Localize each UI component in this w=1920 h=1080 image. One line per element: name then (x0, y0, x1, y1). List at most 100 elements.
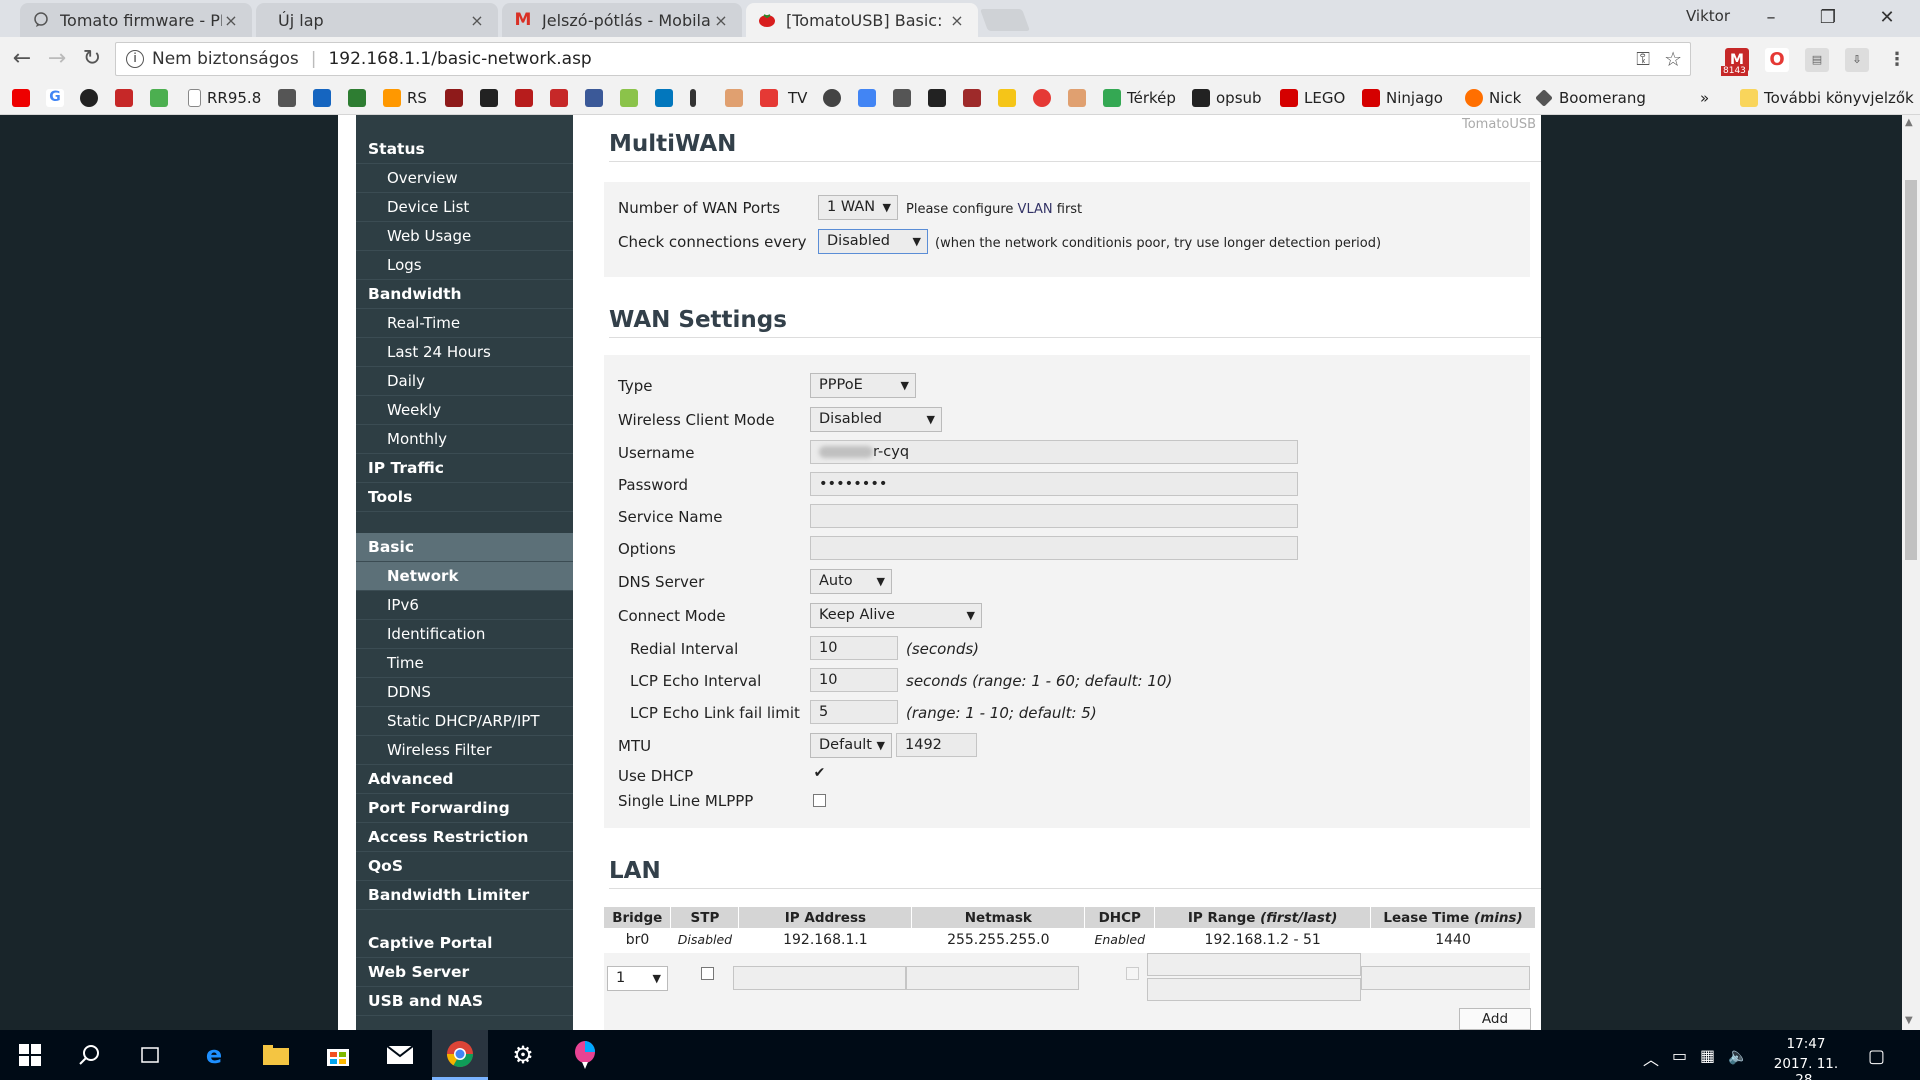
star-icon[interactable]: ☆ (1664, 47, 1682, 71)
scroll-down-icon[interactable]: ▼ (1905, 1015, 1913, 1026)
nav-last-24-hours[interactable]: Last 24 Hours (356, 338, 573, 367)
bookmark-nick[interactable]: Nick (1465, 88, 1521, 108)
tomato-bookmark-icon[interactable] (1033, 89, 1051, 107)
reload-icon[interactable]: ↻ (78, 45, 106, 73)
tab-tomatousb-basic[interactable]: [TomatoUSB] Basic: Netw × (746, 3, 978, 37)
volume-icon[interactable]: 🔈 (1728, 1046, 1748, 1065)
nav-identification[interactable]: Identification (356, 620, 573, 649)
translate-icon[interactable] (858, 89, 876, 107)
menu-icon[interactable]: ⋮ (1885, 48, 1909, 72)
tab-close-icon[interactable]: × (948, 11, 966, 30)
nav-daily[interactable]: Daily (356, 367, 573, 396)
nav-status[interactable]: Status (356, 135, 573, 164)
redial-interval-input[interactable]: 10 (810, 636, 898, 660)
nav-usb-nas[interactable]: USB and NAS (356, 987, 573, 1016)
mtu-input[interactable]: 1492 (896, 733, 977, 757)
battery-icon[interactable]: ▭ (1672, 1046, 1687, 1065)
nav-real-time[interactable]: Real-Time (356, 309, 573, 338)
chrome-taskbar-icon[interactable] (432, 1030, 488, 1080)
mail-icon[interactable] (372, 1030, 428, 1080)
other-bookmarks[interactable]: További könyvjelzők (1740, 88, 1914, 108)
mojo-icon[interactable] (963, 89, 981, 107)
single-line-mlppp-checkbox[interactable] (813, 794, 826, 807)
film-icon[interactable] (480, 89, 498, 107)
download-icon[interactable]: ⇩ (1845, 48, 1869, 72)
nav-port-forwarding[interactable]: Port Forwarding (356, 794, 573, 823)
wireless-client-mode-select[interactable]: Disabled ▼ (810, 407, 942, 432)
nav-ipv6[interactable]: IPv6 (356, 591, 573, 620)
ns-icon[interactable] (115, 89, 133, 107)
bookmark-rr958[interactable]: RR95.8 (188, 88, 261, 108)
forward-icon[interactable]: → (43, 45, 71, 73)
restore-icon[interactable]: ❐ (1805, 4, 1851, 32)
address-bar[interactable]: i Nem biztonságos | 192.168.1.1/basic-ne… (115, 42, 1691, 76)
nav-web-usage[interactable]: Web Usage (356, 222, 573, 251)
tab-jelszo-potlas[interactable]: M Jelszó-pótlás - Mobilaren × (502, 3, 742, 37)
bookmark-ninjago[interactable]: Ninjago (1362, 88, 1443, 108)
s-icon[interactable] (893, 89, 911, 107)
balloon-app-icon[interactable] (557, 1030, 613, 1080)
box2-icon[interactable] (1068, 89, 1086, 107)
new-bridge-select[interactable]: 1 ▼ (607, 966, 668, 991)
leaf-icon[interactable] (150, 89, 168, 107)
use-dhcp-checkbox[interactable]: ✔ (813, 766, 826, 781)
username-input[interactable]: r-cyq (810, 440, 1298, 464)
circle-icon[interactable] (80, 89, 98, 107)
nav-bandwidth[interactable]: Bandwidth (356, 280, 573, 309)
dns-server-select[interactable]: Auto ▼ (810, 569, 892, 594)
task-view-icon[interactable] (122, 1030, 178, 1080)
bookmark-boomerang[interactable]: Boomerang (1535, 88, 1646, 108)
animal-icon[interactable] (445, 89, 463, 107)
house-icon[interactable] (928, 89, 946, 107)
nav-advanced[interactable]: Advanced (356, 765, 573, 794)
table-row[interactable]: br0 Disabled 192.168.1.1 255.255.255.0 E… (604, 928, 1536, 951)
car-icon[interactable] (278, 89, 296, 107)
edge-icon[interactable]: e (186, 1030, 242, 1080)
youtube-icon[interactable] (12, 89, 30, 107)
mtu-mode-select[interactable]: Default ▼ (810, 733, 892, 758)
check-connections-select[interactable]: Disabled ▼ (818, 229, 928, 254)
nav-network[interactable]: Network (356, 562, 573, 591)
wave-icon[interactable] (620, 89, 638, 107)
grid-icon[interactable] (550, 89, 568, 107)
new-lease-time-input[interactable] (1361, 966, 1530, 990)
store-icon[interactable] (310, 1030, 366, 1080)
tab-close-icon[interactable]: × (712, 11, 730, 30)
vlan-link[interactable]: VLAN (1018, 202, 1053, 217)
add-button[interactable]: Add (1459, 1008, 1531, 1030)
tree-icon[interactable] (348, 89, 366, 107)
bookmark-lego[interactable]: LEGO (1280, 88, 1345, 108)
scroll-up-icon[interactable]: ▲ (1905, 117, 1913, 128)
bookmark-tv[interactable]: TV (760, 88, 807, 108)
notifications-icon[interactable]: ▢ (1868, 1046, 1885, 1067)
lcp-echo-interval-input[interactable]: 10 (810, 668, 898, 692)
nav-time[interactable]: Time (356, 649, 573, 678)
service-name-input[interactable] (810, 504, 1298, 528)
new-range-last-input[interactable] (1147, 978, 1361, 1001)
nav-monthly[interactable]: Monthly (356, 425, 573, 454)
back-icon[interactable]: ← (8, 45, 36, 73)
clock-time[interactable]: 17:47 (1765, 1036, 1847, 1052)
tab-close-icon[interactable]: × (468, 11, 486, 30)
password-input[interactable]: •••••••• (810, 472, 1298, 496)
new-ip-address-input[interactable] (733, 966, 906, 990)
network-icon[interactable]: ▦ (1700, 1046, 1715, 1065)
nav-wireless-filter[interactable]: Wireless Filter (356, 736, 573, 765)
google-icon[interactable]: G (46, 89, 64, 107)
search-icon[interactable] (62, 1030, 118, 1080)
lcp-fail-limit-input[interactable]: 5 (810, 700, 898, 724)
bottle-icon[interactable] (690, 89, 696, 107)
wifi-icon[interactable] (823, 89, 841, 107)
d-icon[interactable] (515, 89, 533, 107)
close-window-icon[interactable]: ✕ (1864, 4, 1910, 32)
pd-icon[interactable] (313, 89, 331, 107)
new-tab-button[interactable] (979, 9, 1031, 31)
box-icon[interactable] (725, 89, 743, 107)
nav-static-dhcp[interactable]: Static DHCP/ARP/IPT (356, 707, 573, 736)
new-range-first-input[interactable] (1147, 953, 1361, 976)
bookmarks-more-icon[interactable]: » (1700, 88, 1709, 108)
nav-bandwidth-limiter[interactable]: Bandwidth Limiter (356, 881, 573, 910)
page-scrollbar[interactable]: ▲ ▼ (1902, 115, 1920, 1030)
nav-qos[interactable]: QoS (356, 852, 573, 881)
connect-mode-select[interactable]: Keep Alive ▼ (810, 603, 982, 628)
